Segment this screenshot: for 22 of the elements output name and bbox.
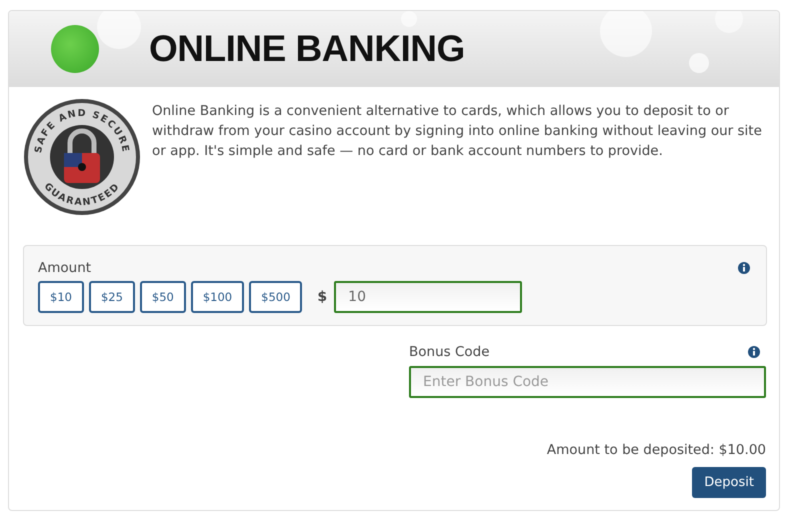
info-icon[interactable] [748,346,760,358]
preset-amount-button[interactable]: $10 [38,281,84,313]
amount-input-field[interactable]: 10 [334,281,522,313]
deposit-summary: Amount to be deposited: $10.00 [546,442,766,458]
bonus-code-label: Bonus Code [409,344,490,360]
banner-title: ONLINE BANKING [149,28,465,70]
deposit-button[interactable]: Deposit [692,467,766,498]
info-icon[interactable] [738,262,750,274]
preset-amount-button[interactable]: $25 [88,281,135,313]
light-spot-icon [97,11,141,49]
bonus-code-input-field[interactable]: Enter Bonus Code [409,366,766,398]
preset-amount-button[interactable]: $100 [190,281,244,313]
preset-amount-button[interactable]: $500 [249,281,302,313]
light-spot-icon [401,11,417,27]
amount-label: Amount [38,260,92,276]
logo-circle-icon [51,25,99,73]
preset-amount-button[interactable]: $50 [140,281,186,313]
light-spot-icon [600,11,652,57]
currency-symbol: $ [317,289,328,305]
light-spot-icon [689,53,709,73]
light-spot-icon [715,11,743,33]
description-text: Online Banking is a convenient alternative to cards, which allows you to deposit to or withdraw from your casino account by signing into online banking without leaving our site or app. It's simple and safe — no card or bank account numbers to provide. [152,102,763,161]
